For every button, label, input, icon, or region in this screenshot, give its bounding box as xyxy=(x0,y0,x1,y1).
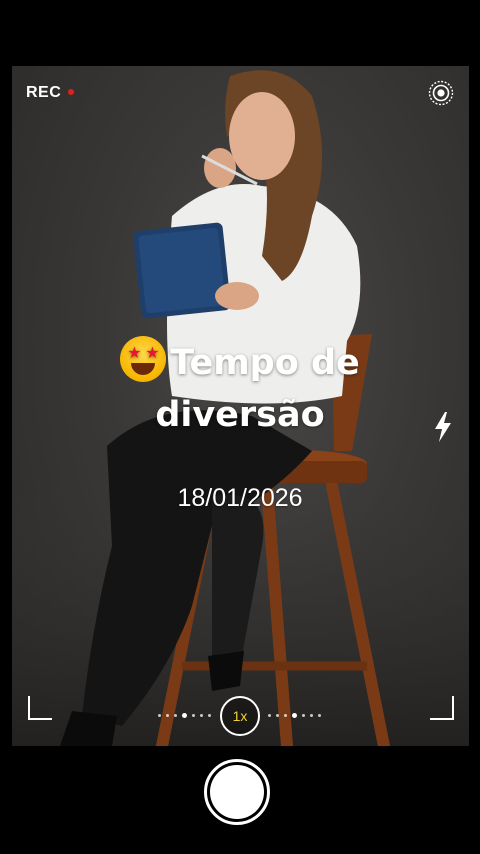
live-photo-icon[interactable] xyxy=(428,80,454,106)
zoom-dots-left xyxy=(158,713,211,718)
overlay-date: 18/01/2026 xyxy=(177,484,303,512)
zoom-dots-right xyxy=(268,713,321,718)
frame-corner-bottom-right xyxy=(430,696,454,720)
shutter-button[interactable] xyxy=(204,759,270,825)
overlay-title-line-2: diversão xyxy=(155,395,325,435)
shutter-button-inner xyxy=(210,765,264,819)
zoom-control[interactable]: 1x xyxy=(156,696,322,736)
overlay-title-text-1: Tempo de xyxy=(170,343,360,383)
overlay-title: ★ ★ Tempo de diversão xyxy=(0,336,480,441)
recording-label: REC xyxy=(26,84,62,101)
recording-dot xyxy=(68,89,74,95)
flash-icon[interactable] xyxy=(431,410,455,444)
zoom-button[interactable]: 1x xyxy=(220,696,260,736)
frame-corner-bottom-left xyxy=(28,696,52,720)
star-struck-emoji-icon: ★ ★ xyxy=(120,336,167,382)
overlay-title-line-1: ★ ★ Tempo de xyxy=(0,336,480,389)
